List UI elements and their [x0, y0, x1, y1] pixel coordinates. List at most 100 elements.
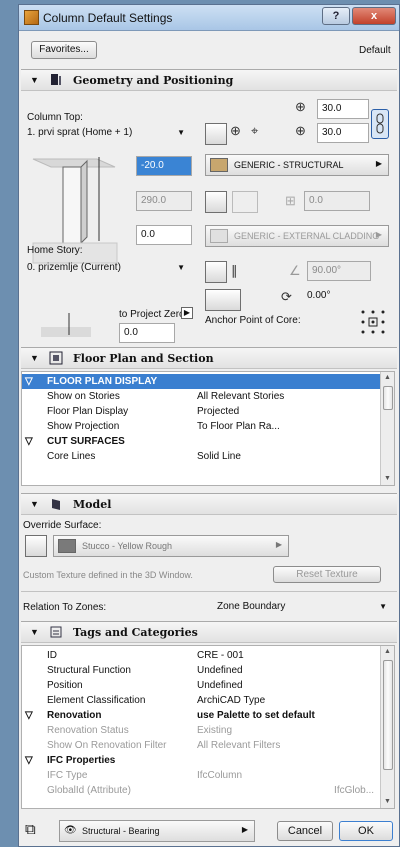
- rectangular-column-button[interactable]: [205, 123, 227, 145]
- tags-scrollbar[interactable]: ▲ ▼: [380, 646, 394, 808]
- table-row[interactable]: GlobalId (Attribute) IfcGlob...: [22, 783, 382, 798]
- row-value[interactable]: [194, 753, 331, 768]
- collapse-triangle-icon[interactable]: ▼: [30, 499, 39, 509]
- table-row[interactable]: ID CRE - 001: [22, 648, 382, 663]
- table-row[interactable]: IFC Type IfcColumn: [22, 768, 382, 783]
- scroll-down-icon[interactable]: ▼: [384, 475, 391, 482]
- width-field[interactable]: 30.0: [317, 99, 369, 119]
- row-value[interactable]: Existing: [194, 723, 331, 738]
- collapse-triangle-icon[interactable]: ▼: [30, 627, 39, 637]
- relation-to-zones-dropdown[interactable]: Zone Boundary ▼: [217, 598, 389, 618]
- table-row[interactable]: Structural Function Undefined: [22, 663, 382, 678]
- row-value[interactable]: All Relevant Filters: [194, 738, 331, 753]
- veneer-type-button[interactable]: [232, 191, 258, 213]
- table-row[interactable]: Element Classification ArchiCAD Type: [22, 693, 382, 708]
- anchor-point-grid-icon[interactable]: [359, 308, 387, 336]
- row-value[interactable]: CRE - 001: [194, 648, 331, 663]
- row-expander-icon: [22, 693, 44, 708]
- row-value[interactable]: Solid Line: [194, 449, 382, 464]
- table-row[interactable]: Show Projection To Floor Plan Ra...: [22, 419, 382, 434]
- reset-texture-button[interactable]: Reset Texture: [273, 566, 381, 583]
- row-value[interactable]: [194, 374, 382, 389]
- row-expander-icon: [22, 738, 44, 753]
- circular-column-icon[interactable]: ⊕: [230, 123, 241, 139]
- core-cross-section-button[interactable]: [205, 289, 241, 311]
- window-title: Column Default Settings: [43, 11, 173, 25]
- slanted-column-icon[interactable]: ∥: [231, 263, 238, 279]
- table-subgroup-header[interactable]: ▽ Renovation use Palette to set default: [22, 708, 382, 723]
- row-expander-icon[interactable]: ▽: [22, 434, 44, 449]
- table-subgroup-header[interactable]: ▽ CUT SURFACES: [22, 434, 382, 449]
- row-value[interactable]: [194, 783, 331, 798]
- row-expander-icon[interactable]: ▽: [22, 374, 44, 389]
- core-material-button[interactable]: GENERIC - STRUCTURAL ▶: [205, 154, 389, 176]
- scroll-thumb[interactable]: [383, 660, 393, 770]
- row-value[interactable]: IfcColumn: [194, 768, 331, 783]
- section-geometry-header[interactable]: ▼ Geometry and Positioning: [21, 69, 397, 91]
- table-row[interactable]: Show on Stories All Relevant Stories: [22, 389, 382, 404]
- slant-angle-field[interactable]: 90.00°: [307, 261, 371, 281]
- bottom-offset-field[interactable]: 0.0: [136, 225, 192, 245]
- depth-field[interactable]: 30.0: [317, 123, 369, 143]
- floor-plan-scrollbar[interactable]: ▲ ▼: [380, 372, 394, 485]
- dropdown-arrow-icon: ▼: [177, 263, 185, 272]
- scroll-up-icon[interactable]: ▲: [384, 648, 391, 655]
- vertical-column-button[interactable]: [205, 261, 227, 283]
- section-floor-plan-header[interactable]: ▼ Floor Plan and Section: [21, 347, 397, 369]
- project-zero-field[interactable]: 0.0: [119, 323, 175, 343]
- row-value[interactable]: Undefined: [194, 678, 331, 693]
- eye-icon: 👁: [64, 825, 77, 836]
- cancel-button[interactable]: Cancel: [277, 821, 333, 841]
- scroll-down-icon[interactable]: ▼: [384, 798, 391, 805]
- rotation-angle-field[interactable]: 0.00°: [303, 287, 363, 307]
- row-value[interactable]: To Floor Plan Ra...: [194, 419, 382, 434]
- row-value[interactable]: Projected: [194, 404, 382, 419]
- table-group-header[interactable]: ▽ FLOOR PLAN DISPLAY: [22, 374, 382, 389]
- collapse-triangle-icon[interactable]: ▼: [30, 75, 39, 85]
- row-expander-icon[interactable]: ▽: [22, 753, 44, 768]
- ok-button[interactable]: OK: [339, 821, 393, 841]
- width-icon: ⊕: [295, 99, 306, 114]
- veneer-none-button[interactable]: [205, 191, 227, 213]
- table-subgroup-header[interactable]: ▽ IFC Properties: [22, 753, 382, 768]
- close-button[interactable]: x: [352, 7, 396, 25]
- collapse-triangle-icon[interactable]: ▼: [30, 353, 39, 363]
- section-tags-header[interactable]: ▼ Tags and Categories: [21, 621, 397, 643]
- complex-column-icon[interactable]: ⌖: [251, 123, 258, 139]
- help-button[interactable]: ?: [322, 7, 350, 25]
- scroll-thumb[interactable]: [383, 386, 393, 410]
- layer-dropdown[interactable]: 👁 Structural - Bearing ▶: [59, 820, 255, 842]
- table-row[interactable]: Core Lines Solid Line: [22, 449, 382, 464]
- table-row[interactable]: Position Undefined: [22, 678, 382, 693]
- dropdown-arrow-icon: ▼: [177, 128, 185, 137]
- row-value[interactable]: All Relevant Stories: [194, 389, 382, 404]
- section-model-header[interactable]: ▼ Model: [21, 493, 397, 515]
- table-row[interactable]: Renovation Status Existing: [22, 723, 382, 738]
- row-value[interactable]: [194, 434, 382, 449]
- row-label: Show on Stories: [47, 391, 120, 402]
- row-value[interactable]: Undefined: [194, 663, 331, 678]
- scroll-up-icon[interactable]: ▲: [384, 374, 391, 381]
- surface-material-button[interactable]: Stucco - Yellow Rough ▶: [53, 535, 289, 557]
- veneer-thickness-field[interactable]: 0.0: [304, 191, 370, 211]
- table-row[interactable]: Show On Renovation Filter All Relevant Fi…: [22, 738, 382, 753]
- table-row[interactable]: Floor Plan Display Projected: [22, 404, 382, 419]
- custom-texture-note: Custom Texture defined in the 3D Window.: [23, 570, 193, 580]
- override-surface-toggle[interactable]: [25, 535, 47, 557]
- top-offset-field[interactable]: -20.0: [136, 156, 192, 176]
- row-expander-icon: [22, 723, 44, 738]
- row-value[interactable]: use Palette to set default: [194, 708, 331, 723]
- reference-level-arrow-icon[interactable]: ▶: [181, 307, 193, 319]
- title-bar[interactable]: Column Default Settings ? x: [19, 5, 399, 31]
- column-top-dropdown[interactable]: 1. prvi sprat (Home + 1) ▼: [27, 124, 187, 144]
- height-field[interactable]: 290.0: [136, 191, 192, 211]
- row-expander-icon[interactable]: ▽: [22, 708, 44, 723]
- row-value[interactable]: ArchiCAD Type: [194, 693, 331, 708]
- veneer-material-button[interactable]: GENERIC - EXTERNAL CLADDING ▶: [205, 225, 389, 247]
- favorites-button[interactable]: Favorites...: [31, 41, 97, 59]
- link-chain-icon[interactable]: [371, 109, 389, 139]
- column-top-label: Column Top:: [27, 112, 83, 123]
- home-story-dropdown[interactable]: 0. prizemlje (Current) ▼: [27, 259, 187, 279]
- veneer-material-swatch: [210, 229, 228, 243]
- row-label: ID: [47, 650, 57, 661]
